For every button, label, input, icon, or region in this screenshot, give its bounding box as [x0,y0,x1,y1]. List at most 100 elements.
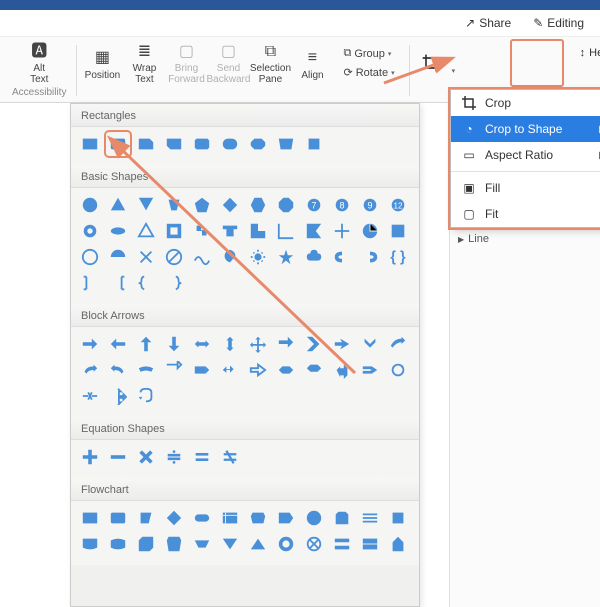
shape-swatch[interactable] [247,220,269,242]
shape-swatch[interactable] [163,446,185,468]
shape-swatch[interactable] [135,246,157,268]
shape-swatch[interactable] [387,533,409,555]
shape-swatch[interactable] [219,133,241,155]
menu-item-crop[interactable]: Crop [451,90,600,116]
shape-swatch[interactable] [107,359,129,381]
crop-button[interactable] [414,43,448,85]
shape-swatch[interactable] [275,533,297,555]
shape-swatch[interactable] [191,507,213,529]
wrap-text-button[interactable]: ≣ Wrap Text [123,43,165,85]
shape-swatch[interactable] [107,246,129,268]
position-button[interactable]: ▦ Position [81,43,123,85]
shape-swatch[interactable] [331,533,353,555]
shape-swatch[interactable] [163,333,185,355]
shape-swatch[interactable] [331,246,353,268]
shape-swatch[interactable] [219,220,241,242]
shape-swatch[interactable] [247,333,269,355]
shape-swatch[interactable] [247,246,269,268]
share-button[interactable]: ↗ Share [459,14,517,32]
shape-swatch[interactable] [275,246,297,268]
shape-swatch[interactable] [247,507,269,529]
shape-swatch[interactable] [191,133,213,155]
shape-swatch[interactable] [303,359,325,381]
shape-swatch[interactable] [219,194,241,216]
shape-swatch[interactable]: { } [387,246,409,268]
shape-swatch[interactable] [163,359,185,381]
shape-swatch[interactable] [387,333,409,355]
shape-swatch[interactable] [303,220,325,242]
shape-swatch[interactable] [79,533,101,555]
shape-swatch[interactable] [191,220,213,242]
shape-swatch[interactable] [331,507,353,529]
shape-swatch[interactable] [135,272,157,294]
shape-swatch[interactable] [275,507,297,529]
shape-swatch[interactable] [135,220,157,242]
shape-swatch[interactable] [219,333,241,355]
shape-swatch[interactable] [275,220,297,242]
shape-swatch[interactable] [163,133,185,155]
shape-swatch[interactable] [107,194,129,216]
shape-swatch[interactable] [275,359,297,381]
shape-swatch[interactable] [163,194,185,216]
shape-swatch[interactable] [79,507,101,529]
shape-swatch[interactable] [359,333,381,355]
shape-swatch[interactable] [107,533,129,555]
shape-swatch[interactable] [135,385,157,407]
shape-swatch[interactable] [79,272,101,294]
shape-swatch[interactable] [387,359,409,381]
shape-swatch[interactable] [79,194,101,216]
menu-item-crop-to-shape[interactable]: ◔ Crop to Shape ▶ [451,116,600,142]
shape-swatch[interactable] [107,220,129,242]
shape-swatch[interactable] [191,446,213,468]
bring-forward-button[interactable]: ▢ Bring Forward [165,43,207,85]
shape-swatch[interactable] [135,359,157,381]
shape-swatch[interactable] [79,359,101,381]
shape-swatch[interactable] [247,133,269,155]
shape-swatch[interactable] [331,359,353,381]
shape-swatch[interactable] [107,507,129,529]
shape-swatch[interactable] [191,246,213,268]
editing-button[interactable]: ✎ Editing [527,14,590,32]
shape-swatch[interactable] [219,446,241,468]
shape-swatch[interactable] [275,194,297,216]
alt-text-button[interactable]: 🅰 Alt Text [18,43,60,85]
shape-swatch[interactable] [219,246,241,268]
shape-swatch[interactable] [135,133,157,155]
shape-swatch[interactable] [387,507,409,529]
shape-swatch[interactable] [219,359,241,381]
rotate-button[interactable]: ⟳Rotate▾ [339,64,398,81]
shape-swatch[interactable] [359,359,381,381]
shape-swatch[interactable] [331,220,353,242]
shape-swatch[interactable] [275,133,297,155]
shape-swatch[interactable] [359,533,381,555]
shape-swatch[interactable] [107,133,129,155]
shape-swatch[interactable] [331,333,353,355]
shape-swatch[interactable]: 12 [387,194,409,216]
menu-item-fill[interactable]: ▣ Fill [451,175,600,201]
shape-swatch[interactable] [191,333,213,355]
shape-swatch[interactable] [303,533,325,555]
shape-swatch[interactable]: 7 [303,194,325,216]
shape-swatch[interactable] [107,333,129,355]
shape-swatch[interactable] [387,220,409,242]
shape-swatch[interactable] [303,507,325,529]
shape-swatch[interactable] [219,507,241,529]
shape-swatch[interactable] [79,246,101,268]
shape-swatch[interactable] [163,533,185,555]
shape-swatch[interactable] [135,446,157,468]
shape-swatch[interactable] [191,194,213,216]
shape-swatch[interactable] [135,533,157,555]
shape-swatch[interactable] [135,507,157,529]
shape-swatch[interactable]: 8 [331,194,353,216]
align-button[interactable]: ≡ Align [291,43,333,85]
shape-swatch[interactable] [135,333,157,355]
shape-swatch[interactable] [79,446,101,468]
shape-swatch[interactable] [107,446,129,468]
shape-swatch[interactable]: 9 [359,194,381,216]
shape-swatch[interactable] [359,246,381,268]
shape-swatch[interactable] [107,385,129,407]
shape-swatch[interactable] [79,220,101,242]
selection-pane-button[interactable]: ⧉ Selection Pane [249,43,291,85]
shape-swatch[interactable] [359,507,381,529]
shape-swatch[interactable] [163,507,185,529]
